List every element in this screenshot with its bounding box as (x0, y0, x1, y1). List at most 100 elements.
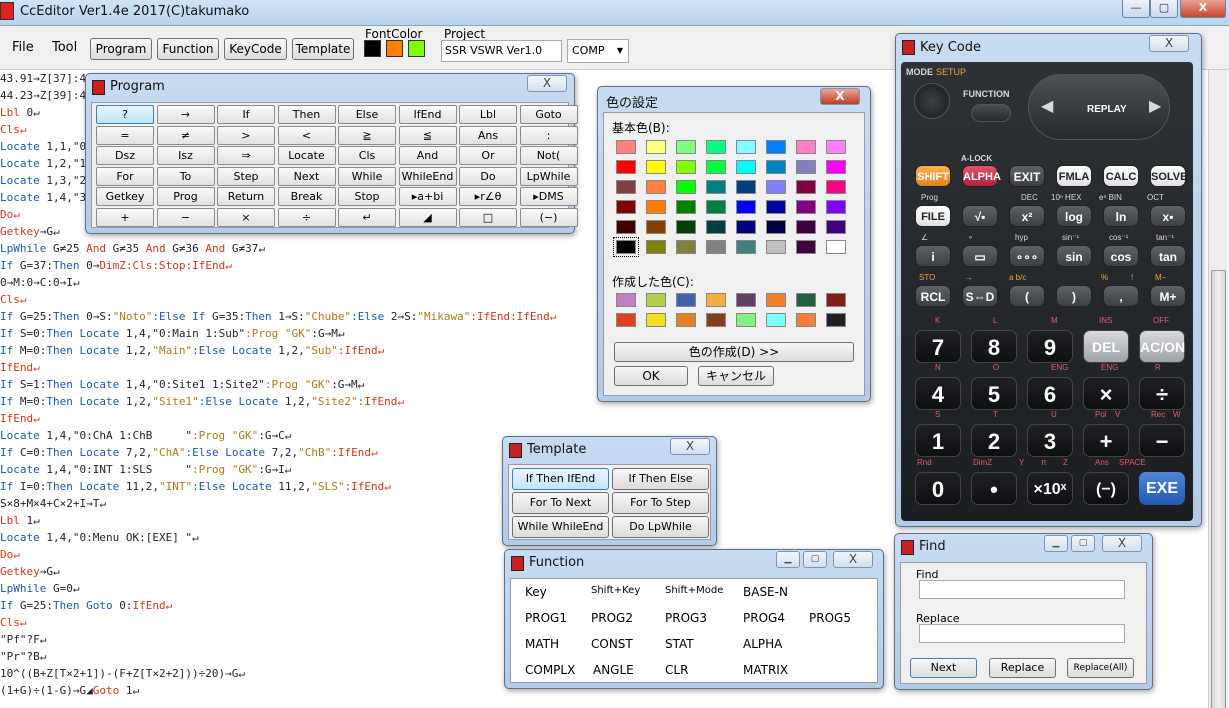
calc-key[interactable]: RCL (915, 285, 951, 307)
close-icon[interactable]: X (527, 75, 567, 92)
program-key-button[interactable]: IfEnd (398, 105, 457, 124)
function-item[interactable]: CONST (591, 637, 633, 651)
maximize-icon[interactable]: ▢ (1071, 535, 1095, 552)
basic-color-swatch[interactable] (706, 220, 726, 234)
function-item[interactable]: PROG4 (743, 611, 785, 625)
program-key-button[interactable]: ÷ (277, 207, 336, 227)
program-key-button[interactable]: Do (459, 166, 517, 186)
calc-key[interactable]: ∘∘∘ (1009, 245, 1045, 267)
basic-color-swatch[interactable] (676, 140, 696, 154)
basic-color-swatch[interactable] (736, 180, 756, 194)
basic-color-swatch[interactable] (613, 237, 639, 257)
program-key-button[interactable]: Next (277, 166, 336, 186)
basic-color-swatch[interactable] (796, 200, 816, 214)
custom-color-swatch[interactable] (766, 293, 786, 307)
function-item[interactable]: PROG2 (591, 611, 633, 625)
menu-tool[interactable]: Tool (52, 40, 77, 55)
function-item[interactable]: PROG5 (809, 611, 851, 625)
fontcolor-orange-swatch[interactable] (386, 40, 403, 57)
calc-key[interactable]: FMLA (1056, 165, 1092, 187)
maximize-button[interactable]: ▢ (1150, 0, 1178, 18)
calc-key[interactable]: ALPHA (962, 165, 1001, 187)
close-icon[interactable]: X (670, 438, 710, 455)
cancel-button[interactable]: キャンセル (698, 366, 774, 386)
basic-color-swatch[interactable] (616, 180, 636, 194)
template-button[interactable]: If Then IfEnd (512, 468, 609, 490)
program-key-button[interactable]: Isz (156, 146, 215, 165)
fontcolor-black-swatch[interactable] (364, 40, 381, 57)
calc-key[interactable]: i (915, 245, 951, 267)
basic-color-swatch[interactable] (706, 160, 726, 174)
custom-color-swatch[interactable] (676, 313, 696, 327)
fontcolor-green-swatch[interactable] (408, 40, 425, 57)
calc-number-key[interactable]: • (971, 472, 1017, 505)
calc-key[interactable]: S⇔D (962, 285, 998, 307)
calc-key[interactable]: ( (1009, 285, 1045, 307)
function-button[interactable]: Function (157, 38, 219, 60)
calc-number-key[interactable]: EXE (1139, 472, 1185, 505)
ok-button[interactable]: OK (614, 366, 688, 386)
function-item[interactable]: PROG3 (665, 611, 707, 625)
program-key-button[interactable]: → (156, 105, 215, 124)
program-key-button[interactable]: Then (277, 105, 336, 124)
calc-number-key[interactable]: DEL (1083, 330, 1129, 363)
basic-color-swatch[interactable] (676, 240, 696, 254)
program-key-button[interactable]: To (156, 166, 215, 186)
basic-color-swatch[interactable] (736, 140, 756, 154)
basic-color-swatch[interactable] (766, 200, 786, 214)
basic-color-swatch[interactable] (826, 160, 846, 174)
program-key-button[interactable]: < (277, 125, 336, 145)
program-key-button[interactable]: ⇒ (217, 146, 275, 165)
basic-color-swatch[interactable] (676, 200, 696, 214)
calc-number-key[interactable]: 5 (971, 377, 1017, 410)
custom-color-swatch[interactable] (766, 313, 786, 327)
template-button[interactable]: For To Step (612, 492, 709, 514)
calc-key[interactable]: cos (1103, 245, 1139, 267)
basic-color-swatch[interactable] (766, 240, 786, 254)
close-icon[interactable]: X (833, 551, 873, 568)
function-item[interactable]: Key (525, 585, 547, 599)
program-key-button[interactable]: − (156, 207, 215, 227)
function-item[interactable]: MATRIX (743, 663, 788, 677)
program-key-button[interactable]: > (217, 125, 275, 145)
program-key-button[interactable]: Cls (338, 146, 396, 165)
program-key-button[interactable]: Or (459, 146, 517, 165)
program-key-button[interactable]: ≦ (398, 125, 457, 145)
basic-color-swatch[interactable] (706, 200, 726, 214)
calc-number-key[interactable]: − (1139, 424, 1185, 457)
template-button[interactable]: If Then Else (612, 468, 709, 490)
basic-color-swatch[interactable] (826, 200, 846, 214)
basic-color-swatch[interactable] (706, 180, 726, 194)
template-button[interactable]: Template (292, 38, 354, 60)
calc-number-key[interactable]: 8 (971, 330, 1017, 363)
program-key-button[interactable]: Goto (519, 105, 578, 124)
program-key-button[interactable]: And (398, 146, 457, 165)
basic-color-swatch[interactable] (676, 220, 696, 234)
program-key-button[interactable]: = (96, 125, 154, 145)
calc-key[interactable]: ▭ (962, 245, 998, 267)
calc-key[interactable]: x² (1009, 205, 1045, 227)
custom-color-swatch[interactable] (796, 293, 816, 307)
scrollbar-thumb[interactable] (1211, 270, 1226, 708)
basic-color-swatch[interactable] (616, 200, 636, 214)
calc-key[interactable]: √▪ (962, 205, 998, 227)
function-item[interactable]: ALPHA (743, 637, 782, 651)
program-key-button[interactable]: Lbl (459, 105, 517, 124)
program-key-button[interactable]: Ans (459, 125, 517, 145)
calc-number-key[interactable]: 0 (915, 472, 961, 505)
basic-color-swatch[interactable] (616, 140, 636, 154)
project-name-input[interactable]: SSR VSWR Ver1.0 (441, 40, 562, 62)
basic-color-swatch[interactable] (796, 140, 816, 154)
calc-key[interactable]: sin (1056, 245, 1092, 267)
minimize-button[interactable]: — (1122, 0, 1150, 18)
replace-all-button[interactable]: Replace(All) (1067, 658, 1134, 678)
function-item[interactable]: Shift+Mode (665, 585, 723, 596)
calc-key[interactable]: tan (1150, 245, 1186, 267)
program-key-button[interactable]: Return (217, 187, 275, 206)
calc-key[interactable]: x▪ (1150, 205, 1186, 227)
template-button[interactable]: While WhileEnd (512, 516, 609, 538)
template-button[interactable]: Do LpWhile (612, 516, 709, 538)
program-key-button[interactable]: Stop (338, 187, 396, 206)
function-item[interactable]: COMPLX (525, 663, 575, 677)
custom-color-swatch[interactable] (796, 313, 816, 327)
